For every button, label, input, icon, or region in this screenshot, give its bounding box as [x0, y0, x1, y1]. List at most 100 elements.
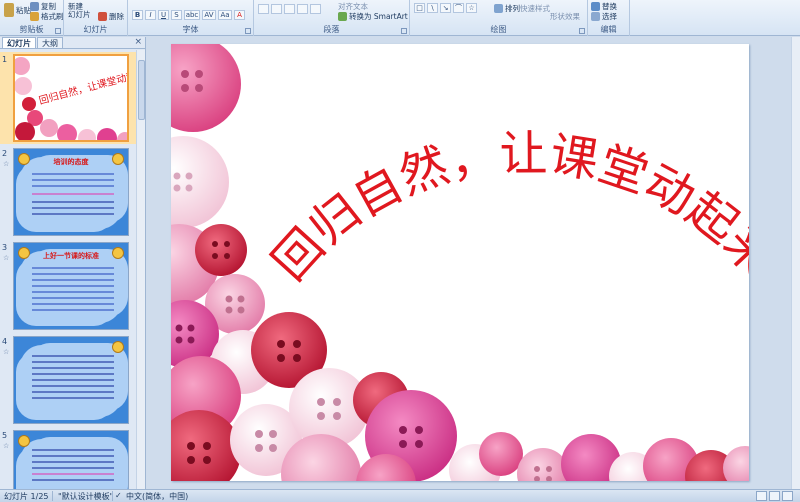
- slides-group: 新建 幻灯片 删除 幻灯片: [64, 0, 128, 36]
- align-right-icon[interactable]: [284, 4, 295, 14]
- thumb-title: 上好一节课的标准: [43, 252, 99, 260]
- font-color-button[interactable]: A: [234, 10, 245, 20]
- slideshow-icon[interactable]: [782, 491, 793, 501]
- select-icon: [591, 12, 600, 21]
- slide-editing-area: 回归自然，让课堂动起来: [147, 37, 800, 489]
- animation-star-icon: ☆: [3, 348, 10, 356]
- italic-button[interactable]: I: [145, 10, 156, 20]
- bee-icon: [18, 435, 30, 447]
- powerpoint-window: 粘贴 复制 格式刷 剪贴板 新建 幻灯片 删除 幻灯片 B I U S abc …: [0, 0, 800, 502]
- format-painter-icon: [30, 12, 39, 21]
- convert-smartart-button[interactable]: 转换为 SmartArt: [338, 11, 408, 22]
- underline-button[interactable]: U: [158, 10, 169, 20]
- slide-thumbnail[interactable]: 2 ☆ 培训的态度: [0, 146, 136, 238]
- arrange-button[interactable]: 排列: [494, 3, 520, 14]
- paste-label: 粘贴: [16, 5, 31, 15]
- paragraph-group: 对齐文本 转换为 SmartArt 段落: [254, 0, 410, 36]
- tab-slides[interactable]: 幻灯片: [2, 37, 36, 48]
- bold-button[interactable]: B: [132, 10, 143, 20]
- select-label: 选择: [602, 12, 617, 21]
- slide-thumbnail[interactable]: 1 回归自然，让课堂动起来: [0, 52, 136, 144]
- align-left-icon[interactable]: [258, 4, 269, 14]
- new-slide-label: 新建 幻灯片: [68, 2, 91, 19]
- animation-star-icon: ☆: [3, 160, 10, 168]
- slide-number: 1: [2, 55, 8, 64]
- slide-thumbnail[interactable]: 4 ☆: [0, 334, 136, 426]
- replace-icon: [591, 2, 600, 11]
- slides-outline-pane: 幻灯片 大纲 × 1 回归自然，让课堂动起来 2 ☆ 培训的态度 3 ☆ 上好一…: [0, 37, 146, 489]
- slide-thumbnail[interactable]: 3 ☆ 上好一节课的标准: [0, 240, 136, 332]
- slide-title[interactable]: 回归自然，让课堂动起来: [262, 126, 749, 291]
- align-toolbar: [258, 4, 321, 14]
- language-status[interactable]: 中文(简体，中国): [126, 491, 188, 502]
- slide-sorter-icon[interactable]: [769, 491, 780, 501]
- pane-tabs: 幻灯片 大纲 ×: [0, 37, 145, 49]
- theme-name-status: "默认设计模板": [58, 492, 114, 501]
- select-button[interactable]: 选择: [591, 11, 617, 22]
- slide-number: 3: [2, 243, 8, 252]
- drawing-launcher-icon[interactable]: [579, 28, 585, 34]
- justify-icon[interactable]: [297, 4, 308, 14]
- convert-smartart-label: 转换为 SmartArt: [349, 12, 408, 21]
- quick-styles-button[interactable]: 快速样式: [520, 3, 550, 14]
- spellcheck-icon[interactable]: ✓: [115, 491, 122, 500]
- font-group-label: 字体: [182, 25, 199, 34]
- slide-canvas[interactable]: 回归自然，让课堂动起来: [171, 44, 749, 481]
- animation-star-icon: ☆: [3, 254, 10, 262]
- delete-icon: [98, 12, 107, 21]
- slide-thumbnail-image: 培训的态度: [13, 148, 129, 236]
- thumb-title: 培训的态度: [53, 158, 89, 166]
- align-center-icon[interactable]: [271, 4, 282, 14]
- paste-button[interactable]: 粘贴: [4, 3, 31, 17]
- shape-effects-label: 形状效果: [550, 12, 580, 21]
- slide-thumbnail-image: 回归自然，让课堂动起来: [13, 54, 129, 142]
- tab-outline[interactable]: 大纲: [37, 37, 63, 48]
- slide-thumbnail[interactable]: 5 ☆: [0, 428, 136, 489]
- slides-group-label: 幻灯片: [83, 25, 108, 34]
- char-spacing-button[interactable]: AV: [202, 10, 216, 20]
- slide-thumbnails: 1 回归自然，让课堂动起来 2 ☆ 培训的态度 3 ☆ 上好一节课的标准 4 ☆…: [0, 50, 136, 489]
- status-bar: 幻灯片 1/25 "默认设计模板" ✓ 中文(简体，中国): [0, 489, 800, 502]
- slide-title-text: 回归自然，让课堂动起来: [262, 126, 749, 291]
- delete-slide-button[interactable]: 删除: [98, 11, 124, 22]
- paste-icon: [4, 3, 14, 17]
- change-case-button[interactable]: Aa: [218, 10, 232, 20]
- drawing-group-label: 绘图: [490, 25, 507, 34]
- animation-star-icon: ☆: [3, 442, 10, 450]
- normal-view-icon[interactable]: [756, 491, 767, 501]
- clipboard-launcher-icon[interactable]: [55, 28, 61, 34]
- copy-icon: [30, 2, 39, 11]
- font-group: B I U S abc AV Aa A 字体: [128, 0, 254, 36]
- star-shape-icon[interactable]: ☆: [466, 3, 477, 13]
- slide-vertical-scrollbar[interactable]: [791, 37, 800, 489]
- editing-group: 替换 选择 编辑: [588, 0, 630, 36]
- buttons-background-art: 回归自然，让课堂动起来: [171, 44, 749, 481]
- quick-styles-label: 快速样式: [520, 4, 550, 13]
- strikethrough-button[interactable]: S: [171, 10, 182, 20]
- curve-shape-icon[interactable]: ⌒: [453, 3, 464, 13]
- shadow-button[interactable]: abc: [184, 10, 200, 20]
- format-painter-button[interactable]: 格式刷: [30, 11, 64, 22]
- slide-index-status: 幻灯片 1/25: [4, 492, 49, 501]
- button-cluster: [171, 44, 749, 481]
- shape-effects-button[interactable]: 形状效果: [550, 11, 580, 22]
- line-shape-icon[interactable]: \: [427, 3, 438, 13]
- thumb-buttons-art: [15, 57, 127, 140]
- close-icon[interactable]: ×: [134, 37, 142, 47]
- arrange-label: 排列: [505, 4, 520, 13]
- bee-icon: [112, 341, 124, 353]
- slide-number: 5: [2, 431, 8, 440]
- scrollbar-thumb[interactable]: [138, 60, 145, 120]
- columns-icon[interactable]: [310, 4, 321, 14]
- editing-group-label: 编辑: [600, 25, 617, 34]
- new-slide-button[interactable]: 新建 幻灯片: [68, 3, 91, 19]
- paragraph-launcher-icon[interactable]: [401, 28, 407, 34]
- clipboard-group-label: 剪贴板: [19, 25, 44, 34]
- font-launcher-icon[interactable]: [245, 28, 251, 34]
- slide-thumbnail-image: [13, 430, 129, 489]
- thumbnail-scrollbar[interactable]: [136, 50, 145, 489]
- shapes-gallery[interactable]: □ \ ↘ ⌒ ☆: [414, 3, 477, 13]
- paragraph-group-label: 段落: [323, 25, 340, 34]
- arrow-shape-icon[interactable]: ↘: [440, 3, 451, 13]
- rectangle-shape-icon[interactable]: □: [414, 3, 425, 13]
